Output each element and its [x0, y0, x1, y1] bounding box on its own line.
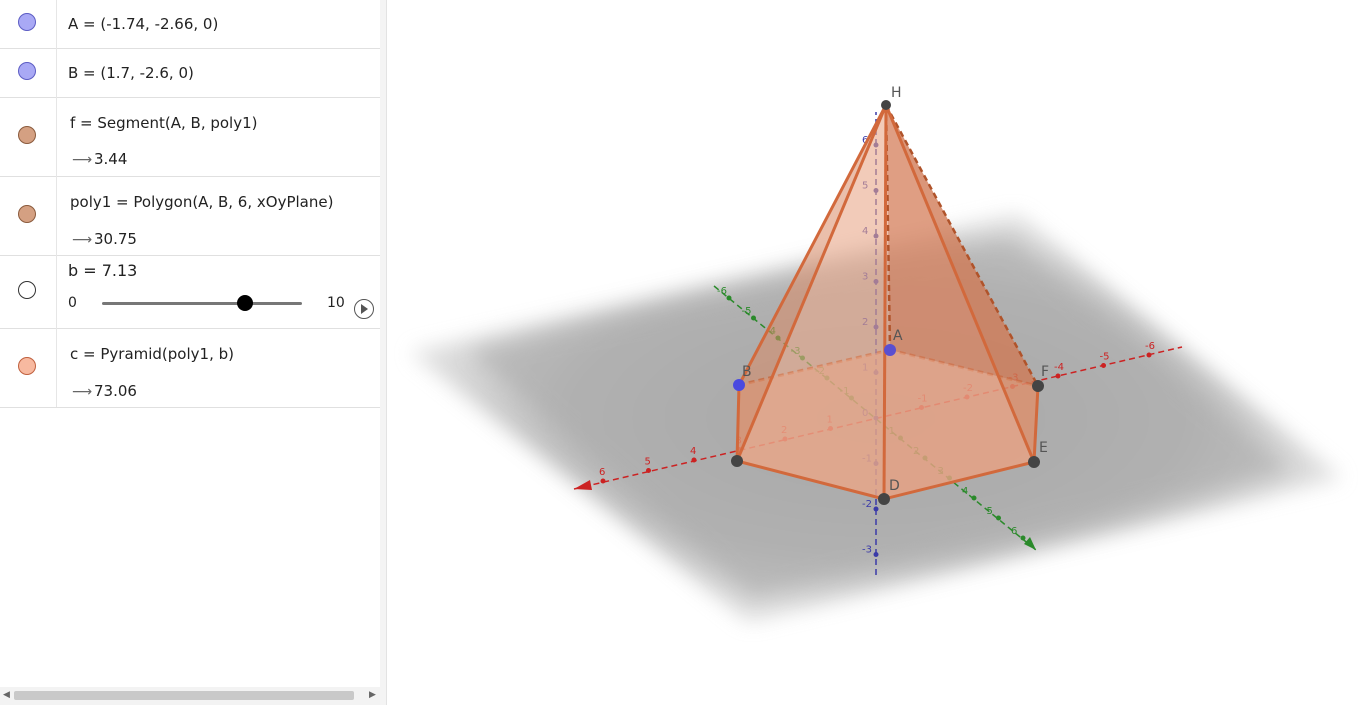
- point-e[interactable]: [1028, 456, 1040, 468]
- point-f[interactable]: [1032, 380, 1044, 392]
- scroll-left-icon[interactable]: ◀: [3, 690, 10, 700]
- y-axis-tick-mark: [726, 295, 732, 301]
- point-d[interactable]: [878, 493, 890, 505]
- x-axis-tick-label: 6: [599, 467, 605, 478]
- algebra-row-slider-b[interactable]: b = 7.13 0 10: [0, 255, 380, 329]
- algebra-row-polygon-poly1[interactable]: poly1 = Polygon(A, B, 6, xOyPlane) ⟶ 30.7…: [0, 176, 380, 256]
- z-axis-tick-mark: [873, 552, 879, 557]
- definition-f[interactable]: f = Segment(A, B, poly1): [70, 114, 258, 132]
- graphics-canvas[interactable]: 654321-1-2-3-4-5-6 654321-1-2-3-4-5-6 65…: [387, 0, 1366, 705]
- definition-b[interactable]: B = (1.7, -2.6, 0): [68, 64, 194, 82]
- x-axis-tick-label: -4: [1054, 362, 1064, 373]
- play-icon[interactable]: [354, 299, 374, 319]
- x-axis-tick-label: -5: [1100, 352, 1110, 363]
- x-axis-tick-label: 4: [690, 446, 696, 457]
- scrollbar-thumb[interactable]: [14, 691, 354, 700]
- label-f: F: [1041, 364, 1049, 380]
- definition-poly1[interactable]: poly1 = Polygon(A, B, 6, xOyPlane): [70, 193, 333, 211]
- x-axis-tick-mark: [691, 457, 697, 463]
- value-c-text: 73.06: [94, 382, 137, 400]
- y-axis-tick-label: 5: [987, 506, 993, 517]
- value-poly1-text: 30.75: [94, 230, 137, 248]
- point-b[interactable]: [733, 379, 745, 391]
- algebra-row-segment-f[interactable]: f = Segment(A, B, poly1) ⟶ 3.44: [0, 97, 380, 177]
- x-axis-tick-label: -6: [1145, 341, 1155, 352]
- label-d: D: [889, 478, 900, 494]
- slider-thumb[interactable]: [236, 295, 253, 311]
- y-axis-tick-label: 6: [1011, 526, 1017, 537]
- output-arrow-icon: ⟶: [72, 152, 93, 168]
- value-f: ⟶ 3.44: [72, 150, 127, 168]
- x-axis-tick-mark: [600, 478, 606, 484]
- slider-min: 0: [68, 295, 77, 311]
- visibility-toggle-f[interactable]: [18, 126, 36, 144]
- y-axis-tick-mark: [996, 515, 1001, 521]
- algebra-view: A = (-1.74, -2.66, 0) B = (1.7, -2.6, 0)…: [0, 0, 381, 705]
- label-e: E: [1039, 440, 1048, 456]
- scroll-right-icon[interactable]: ▶: [369, 690, 376, 700]
- label-b: B: [742, 364, 752, 380]
- x-axis-tick-mark: [646, 468, 651, 473]
- z-axis-tick-label: -2: [862, 499, 872, 510]
- visibility-toggle-c[interactable]: [18, 357, 36, 375]
- algebra-row-point-b[interactable]: B = (1.7, -2.6, 0): [0, 48, 380, 98]
- definition-a[interactable]: A = (-1.74, -2.66, 0): [68, 15, 218, 33]
- y-axis-tick-mark: [971, 495, 977, 501]
- slider-track[interactable]: [102, 302, 302, 305]
- algebra-row-pyramid-c[interactable]: c = Pyramid(poly1, b) ⟶ 73.06: [0, 328, 380, 408]
- point-a[interactable]: [884, 344, 896, 356]
- graphics-3d-view[interactable]: 654321-1-2-3-4-5-6 654321-1-2-3-4-5-6 65…: [387, 0, 1366, 705]
- x-axis-tick-label: 5: [645, 457, 651, 468]
- label-a: A: [893, 328, 903, 344]
- x-axis-tick-mark: [1101, 363, 1106, 368]
- visibility-toggle-a[interactable]: [18, 13, 36, 31]
- y-axis-tick-label: 4: [962, 486, 968, 497]
- visibility-toggle-b[interactable]: [18, 62, 36, 80]
- point-h[interactable]: [881, 100, 891, 110]
- x-axis-tick-mark: [1146, 352, 1152, 358]
- y-axis-tick-label: -5: [742, 306, 752, 317]
- slider-label[interactable]: b = 7.13: [68, 261, 137, 280]
- output-arrow-icon: ⟶: [72, 384, 93, 400]
- horizontal-scrollbar[interactable]: ◀ ▶: [0, 687, 380, 705]
- visibility-toggle-slider-b[interactable]: [18, 281, 36, 299]
- definition-c[interactable]: c = Pyramid(poly1, b): [70, 345, 234, 363]
- output-arrow-icon: ⟶: [72, 232, 93, 248]
- x-axis-tick-mark: [1055, 373, 1061, 379]
- y-axis-tick-mark: [1020, 535, 1026, 541]
- algebra-row-point-a[interactable]: A = (-1.74, -2.66, 0): [0, 0, 380, 49]
- value-poly1: ⟶ 30.75: [72, 230, 137, 248]
- slider-max: 10: [327, 295, 345, 311]
- y-axis-tick-mark: [751, 315, 756, 321]
- value-f-text: 3.44: [94, 150, 128, 168]
- z-axis-tick-label: -3: [862, 545, 872, 556]
- label-h: H: [891, 85, 902, 101]
- y-axis-tick-label: -6: [717, 286, 727, 297]
- point-c[interactable]: [731, 455, 743, 467]
- value-c: ⟶ 73.06: [72, 382, 137, 400]
- z-axis-tick-mark: [873, 506, 879, 512]
- visibility-toggle-poly1[interactable]: [18, 205, 36, 223]
- view-divider[interactable]: [380, 0, 387, 705]
